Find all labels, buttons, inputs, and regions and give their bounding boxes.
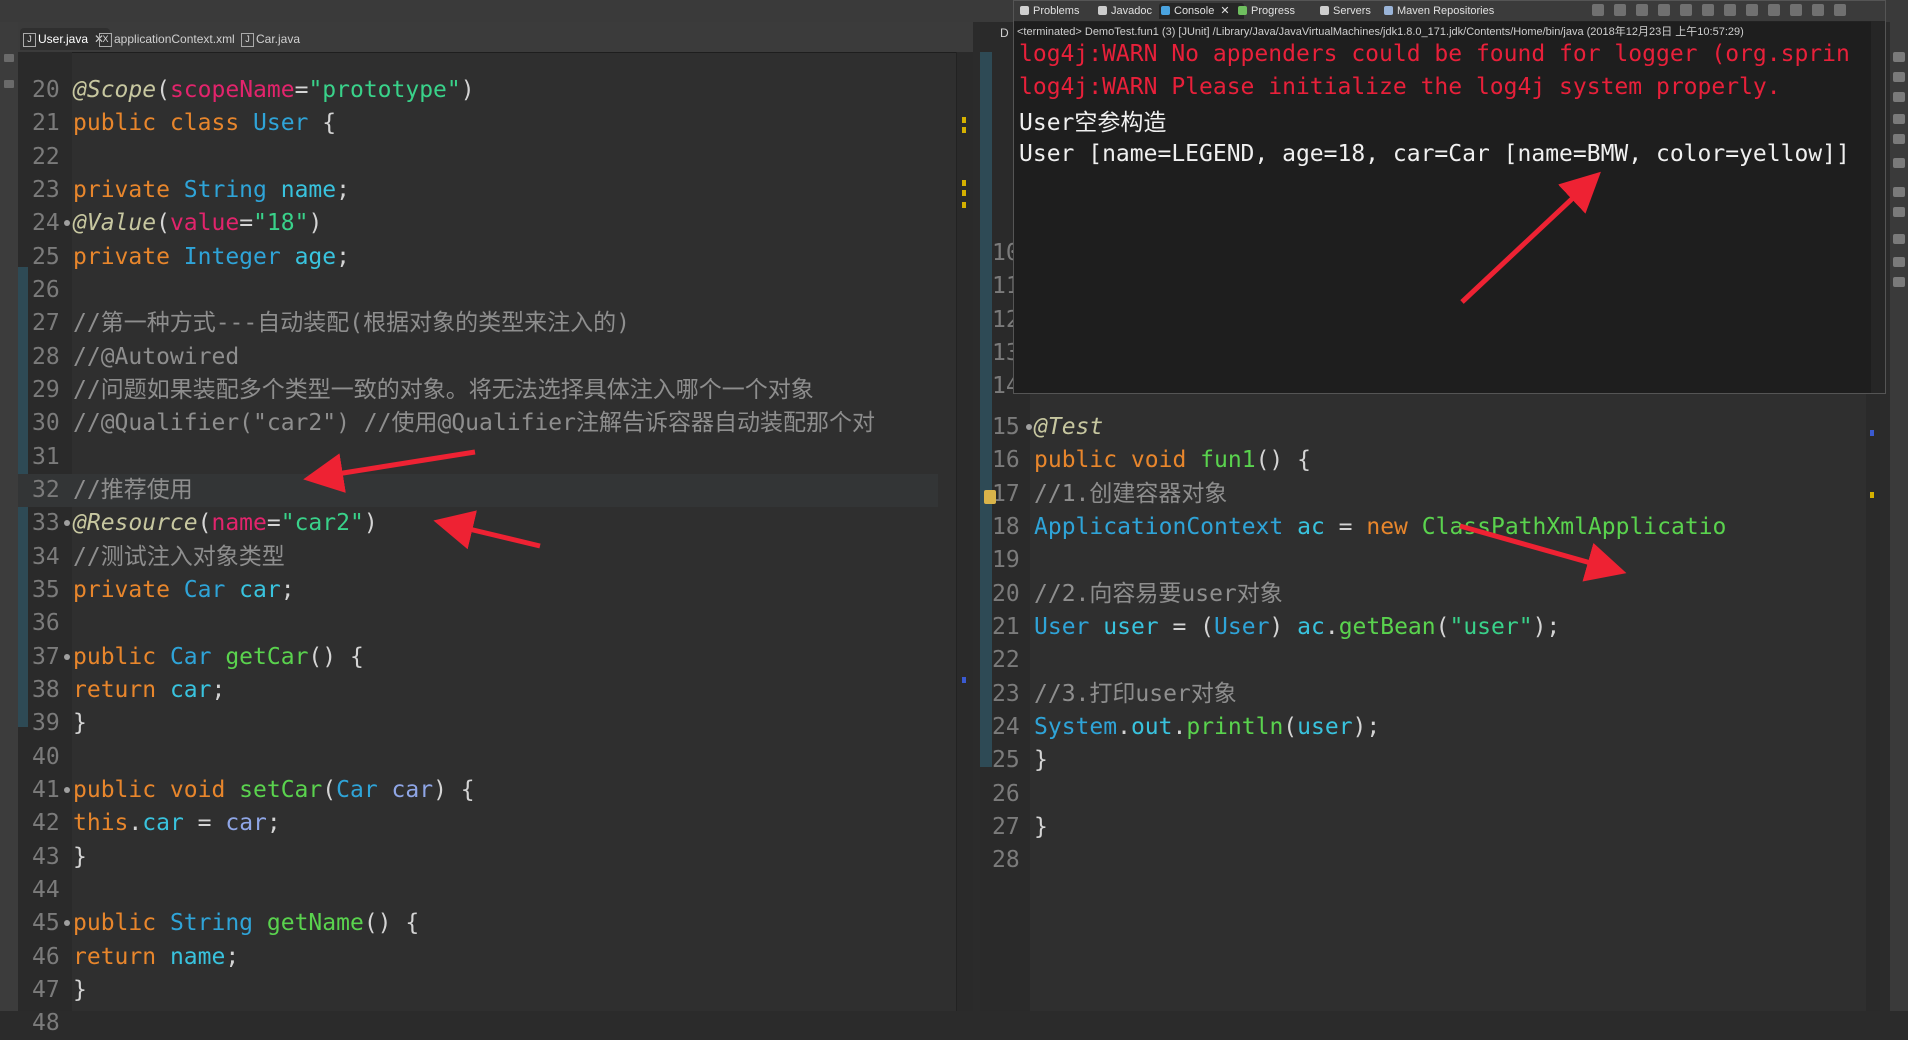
- annotation-layer: [303, 171, 1627, 582]
- line-number: 48: [32, 1010, 60, 1037]
- annotation-arrow: [303, 449, 476, 493]
- annotation-arrow: [1459, 523, 1627, 582]
- code-line: 48: [18, 1007, 938, 1040]
- annotation-arrow: [433, 510, 541, 550]
- annotation-arrow: [1460, 171, 1601, 304]
